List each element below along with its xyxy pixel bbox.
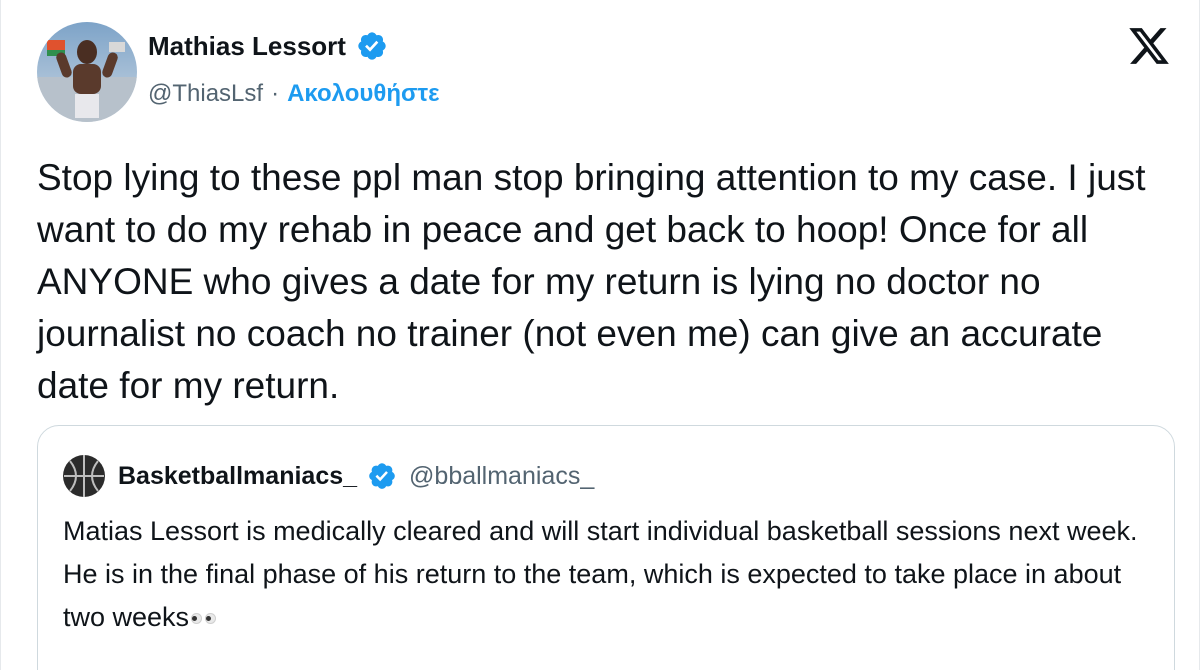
quoted-tweet-text: Matias Lessort is medically cleared and … — [63, 510, 1143, 639]
eye-left — [191, 613, 203, 625]
x-logo-icon[interactable] — [1127, 24, 1171, 68]
eye-right — [205, 613, 217, 625]
tweet-card: Mathias Lessort @ThiasLsf · Ακολουθήστε … — [0, 0, 1200, 670]
quoted-author-handle: @bballmaniacs_ — [409, 461, 595, 490]
quoted-tweet[interactable]: Basketballmaniacs_ @bballmaniacs_ Matias… — [37, 425, 1175, 670]
quoted-tweet-body: Matias Lessort is medically cleared and … — [63, 516, 1138, 632]
author-handle[interactable]: @ThiasLsf — [148, 80, 263, 108]
quoted-author-name: Basketballmaniacs_ — [118, 461, 358, 490]
quoted-author-avatar — [62, 454, 106, 498]
separator-dot: · — [271, 80, 280, 107]
verified-badge-icon — [358, 32, 386, 60]
author-name[interactable]: Mathias Lessort — [148, 31, 346, 62]
tweet-text: Stop lying to these ppl man stop bringin… — [37, 157, 1156, 406]
follow-button[interactable]: Ακολουθήστε — [287, 80, 439, 108]
eyes-emoji-icon — [191, 613, 217, 625]
verified-badge-icon — [369, 463, 395, 489]
author-avatar[interactable] — [37, 22, 137, 122]
